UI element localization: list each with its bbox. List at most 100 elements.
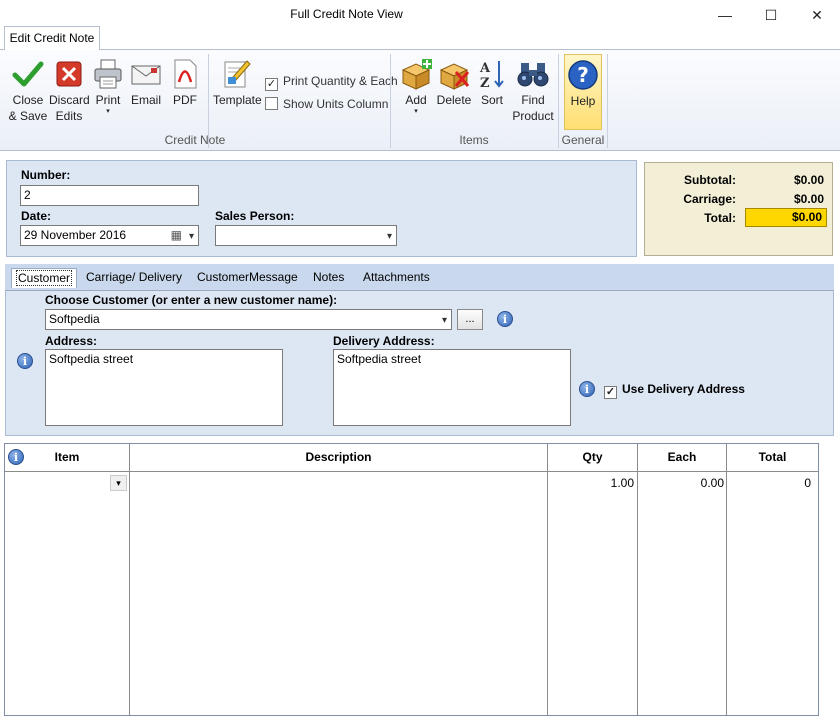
carriage-value: $0.00 (793, 192, 824, 206)
tab-customer-message[interactable]: CustomerMessage (193, 268, 302, 288)
discard-edits-button[interactable]: Discard Edits (49, 58, 90, 124)
tab-customer-label: Customer (16, 270, 73, 286)
column-header-item[interactable]: i Item (5, 444, 130, 472)
close-window-button[interactable]: ✕ (794, 0, 840, 30)
print-label: Print (95, 93, 121, 107)
customer-combobox[interactable]: Softpedia ▾ (45, 309, 452, 330)
sort-button[interactable]: A Z Sort (476, 58, 508, 108)
pdf-button[interactable]: PDF (168, 58, 202, 108)
row-each[interactable]: 0.00 (642, 476, 724, 490)
close-save-button[interactable]: Close & Save (8, 58, 48, 124)
delivery-address-label: Delivery Address: (333, 334, 435, 348)
maximize-button[interactable]: ☐ (748, 0, 794, 30)
show-units-checkbox[interactable]: Show Units Column (265, 97, 388, 111)
tab-notes[interactable]: Notes (309, 268, 348, 288)
show-units-label: Show Units Column (283, 97, 389, 111)
column-header-description[interactable]: Description (130, 444, 548, 472)
customer-info-icon[interactable]: i (497, 311, 513, 327)
grid-info-icon[interactable]: i (8, 449, 24, 465)
address-info-icon[interactable]: i (17, 353, 33, 369)
total-label: Total: (704, 211, 736, 225)
row-total: 0 (804, 476, 811, 490)
delete-box-icon (439, 63, 470, 90)
sales-person-dropdown-icon[interactable]: ▾ (387, 229, 392, 244)
subtotal-value: $0.00 (793, 173, 824, 187)
binoculars-icon (517, 63, 549, 87)
print-button[interactable]: Print ▾ (91, 58, 125, 116)
use-delivery-address-checkbox[interactable]: ✓ Use Delivery Address (604, 382, 745, 399)
address-textarea[interactable]: Softpedia street (45, 349, 283, 426)
grid-column-each (638, 472, 727, 715)
tab-attachments[interactable]: Attachments (359, 268, 434, 288)
print-quantity-checkbox[interactable]: ✓ Print Quantity & Each (265, 74, 398, 91)
subtotal-label: Subtotal: (684, 173, 736, 187)
svg-text:Z: Z (480, 76, 490, 90)
grid-column-qty (548, 472, 638, 715)
discard-label-2: Edits (55, 109, 83, 123)
title-bar: Full Credit Note View — ☐ ✕ (0, 0, 840, 30)
date-dropdown-icon[interactable]: ▾ (189, 229, 194, 244)
sales-person-label: Sales Person: (215, 209, 295, 223)
ribbon-tab-edit-credit-note[interactable]: Edit Credit Note (4, 26, 100, 50)
row-qty[interactable]: 1.00 (552, 476, 634, 490)
number-input[interactable]: 2 (20, 185, 199, 206)
use-delivery-check[interactable]: ✓ (604, 386, 617, 399)
template-label: Template (213, 93, 262, 107)
window-title: Full Credit Note View (290, 7, 403, 21)
delete-label: Delete (436, 93, 472, 107)
use-delivery-label: Use Delivery Address (622, 382, 745, 396)
calendar-icon[interactable]: ▦ (171, 228, 182, 243)
discard-label-1: Discard (49, 93, 90, 107)
total-value: $0.00 (745, 208, 827, 227)
date-picker[interactable]: 29 November 2016 ▦ ▾ (20, 225, 199, 246)
template-button[interactable]: Template (213, 58, 262, 108)
date-value: 29 November 2016 (24, 228, 127, 242)
delete-item-button[interactable]: Delete (436, 58, 472, 108)
add-item-button[interactable]: Add ▾ (398, 58, 434, 116)
printer-icon (94, 59, 122, 89)
delivery-info-icon[interactable]: i (579, 381, 595, 397)
ribbon-group-general: General (561, 133, 605, 147)
close-save-label-2: & Save (8, 109, 48, 123)
checkmark-icon (12, 61, 44, 87)
svg-text:?: ? (577, 63, 589, 87)
grid-column-item (5, 472, 130, 715)
add-dropdown-icon[interactable]: ▾ (398, 108, 434, 116)
find-product-button[interactable]: Find Product (512, 58, 554, 124)
column-header-each[interactable]: Each (638, 444, 727, 472)
template-edit-icon (224, 60, 251, 88)
minimize-button[interactable]: — (702, 0, 748, 30)
customer-value: Softpedia (49, 312, 100, 326)
email-button[interactable]: Email (129, 58, 163, 108)
find-product-label-1: Find (521, 93, 545, 107)
print-quantity-check[interactable]: ✓ (265, 78, 278, 91)
tab-carriage-delivery[interactable]: Carriage/ Delivery (82, 268, 186, 288)
email-label: Email (130, 93, 161, 107)
sort-az-icon: A Z (479, 61, 504, 90)
sales-person-select[interactable]: ▾ (215, 225, 397, 246)
grid-column-description (130, 472, 548, 715)
carriage-label: Carriage: (683, 192, 736, 206)
ribbon-group-credit-note: Credit Note (164, 133, 226, 147)
header-item-label: Item (54, 450, 80, 464)
column-header-qty[interactable]: Qty (548, 444, 638, 472)
envelope-icon (131, 65, 161, 85)
column-header-total[interactable]: Total (727, 444, 818, 472)
print-dropdown-icon[interactable]: ▾ (91, 108, 125, 116)
help-label: Help (570, 94, 596, 108)
add-label: Add (405, 93, 427, 107)
help-button[interactable]: ? Help (564, 54, 602, 130)
find-product-label-2: Product (512, 109, 554, 123)
date-label: Date: (21, 209, 52, 223)
number-label: Number: (21, 168, 71, 182)
tab-customer[interactable]: Customer (11, 268, 78, 288)
ribbon-separator (607, 54, 608, 148)
delivery-address-textarea[interactable]: Softpedia street (333, 349, 571, 426)
discard-x-icon (56, 61, 82, 87)
item-dropdown-icon[interactable]: ▾ (110, 475, 127, 491)
customer-dropdown-icon[interactable]: ▾ (442, 313, 447, 328)
show-units-check[interactable] (265, 97, 278, 110)
sort-label: Sort (480, 93, 503, 107)
browse-customer-button[interactable]: ... (457, 309, 483, 330)
address-label: Address: (45, 334, 98, 348)
